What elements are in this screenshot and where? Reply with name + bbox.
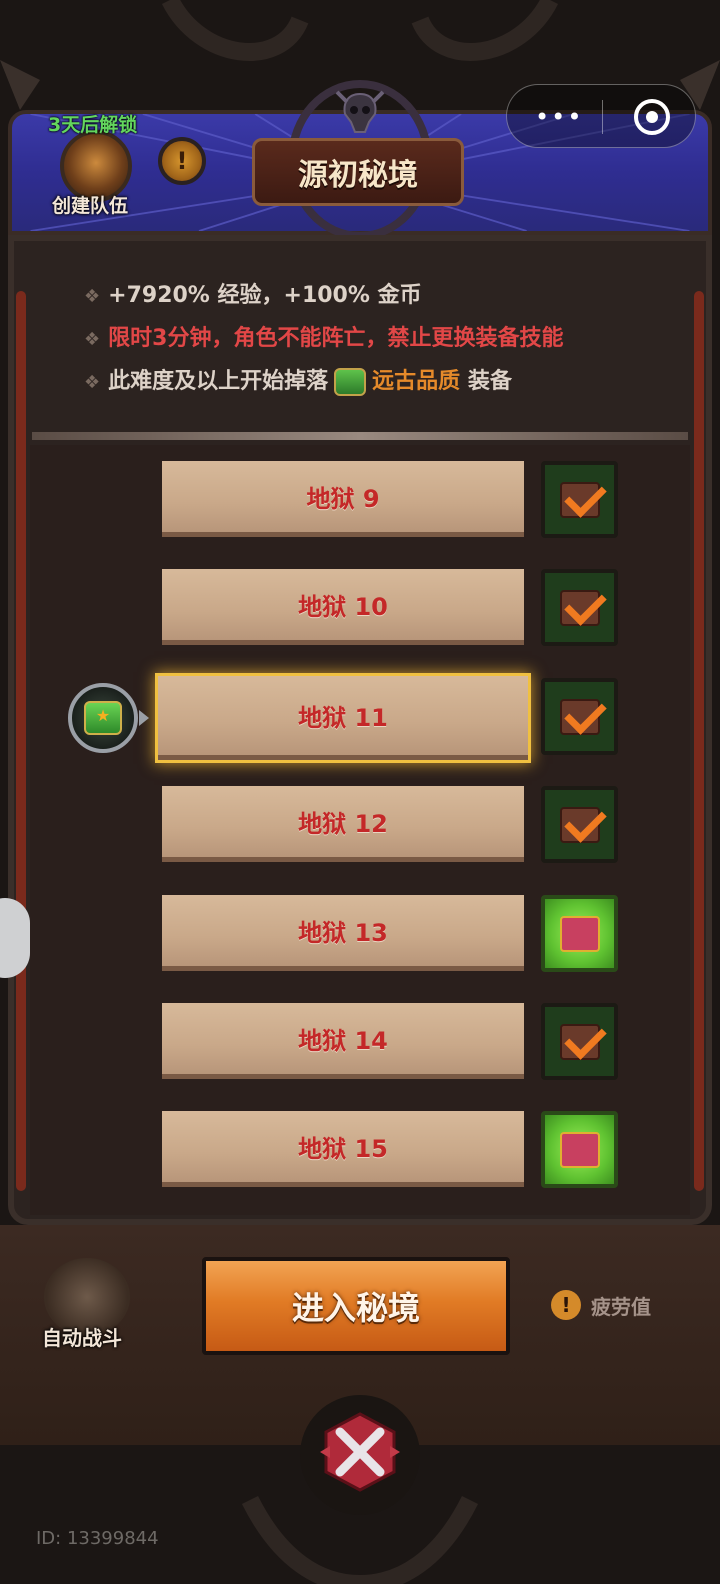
reward-bonus-text: +7920% 经验，+100% 金币 bbox=[108, 283, 422, 308]
drop-line: ❖ 此难度及以上开始掉落 远古品质 装备 bbox=[84, 363, 512, 396]
level-row-hell-13[interactable]: 地狱 13 bbox=[162, 895, 524, 971]
fatigue-warning-icon: ! bbox=[551, 1290, 581, 1320]
reward-chest-claimed[interactable] bbox=[541, 461, 618, 538]
reward-chest-claimed[interactable] bbox=[541, 786, 618, 863]
reward-chest-available[interactable] bbox=[541, 1111, 618, 1188]
reward-chest-available[interactable] bbox=[541, 895, 618, 972]
player-id: ID: 13399844 bbox=[36, 1528, 159, 1549]
miniprogram-capsule: ••• bbox=[506, 84, 696, 148]
level-row-hell-15[interactable]: 地狱 15 bbox=[162, 1111, 524, 1187]
level-row-hell-10[interactable]: 地狱 10 bbox=[162, 569, 524, 645]
reward-chest-claimed[interactable] bbox=[541, 1003, 618, 1080]
bullet-icon: ❖ bbox=[84, 286, 101, 307]
panel-edge-right bbox=[694, 291, 704, 1191]
enter-dungeon-button[interactable]: 进入秘境 bbox=[202, 1257, 510, 1355]
capsule-separator bbox=[602, 100, 603, 134]
ancient-gear-icon bbox=[334, 368, 367, 396]
skull-icon bbox=[335, 90, 385, 133]
close-miniprogram-icon[interactable] bbox=[634, 99, 670, 135]
rule-line: ❖ 限时3分钟，角色不能阵亡，禁止更换装备技能 bbox=[84, 320, 563, 352]
unlock-countdown: 3天后解锁 bbox=[48, 114, 138, 136]
more-menu-icon[interactable]: ••• bbox=[535, 103, 583, 131]
chest-icon bbox=[559, 1131, 600, 1168]
close-icon[interactable] bbox=[318, 1410, 402, 1494]
bullet-icon: ❖ bbox=[84, 329, 101, 350]
panel-edge-left bbox=[16, 291, 26, 1191]
side-drawer-handle[interactable] bbox=[0, 898, 30, 978]
fatigue-info[interactable]: ! 疲劳值 bbox=[551, 1290, 651, 1320]
auto-battle-label[interactable]: 自动战斗 bbox=[42, 1322, 122, 1351]
page-title: 源初秘境 bbox=[252, 138, 464, 206]
drop-prefix: 此难度及以上开始掉落 bbox=[108, 369, 329, 394]
level-row-hell-11[interactable]: 地狱 11 bbox=[155, 673, 531, 763]
marker-arrow-icon bbox=[139, 710, 149, 726]
info-warning-icon[interactable]: ! bbox=[158, 137, 206, 185]
reward-bonus-line: ❖ +7920% 经验，+100% 金币 bbox=[84, 277, 422, 309]
chest-icon bbox=[559, 915, 600, 952]
drop-suffix: 装备 bbox=[467, 369, 512, 394]
level-row-hell-14[interactable]: 地狱 14 bbox=[162, 1003, 524, 1079]
current-level-marker: ★ bbox=[68, 683, 138, 753]
fatigue-label: 疲劳值 bbox=[591, 1294, 651, 1319]
reward-chest-claimed[interactable] bbox=[541, 569, 618, 646]
quality-name: 远古品质 bbox=[372, 369, 461, 394]
ancient-gear-icon: ★ bbox=[84, 701, 122, 735]
create-team-label[interactable]: 创建队伍 bbox=[52, 191, 128, 218]
reward-chest-claimed[interactable] bbox=[541, 678, 618, 755]
bullet-icon: ❖ bbox=[84, 372, 101, 393]
rule-text: 限时3分钟，角色不能阵亡，禁止更换装备技能 bbox=[108, 326, 564, 351]
section-divider bbox=[32, 432, 688, 440]
level-row-hell-9[interactable]: 地狱 9 bbox=[162, 461, 524, 537]
level-row-hell-12[interactable]: 地狱 12 bbox=[162, 786, 524, 862]
